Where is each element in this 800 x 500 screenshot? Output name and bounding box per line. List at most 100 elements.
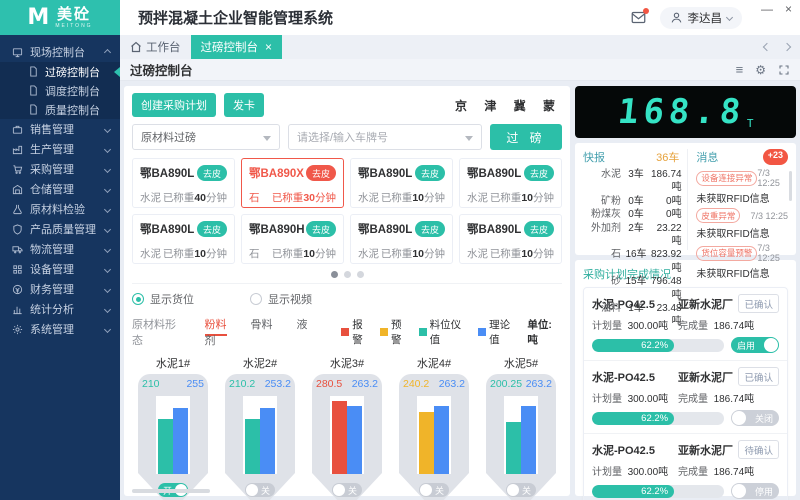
silo-switch-toggle[interactable]: 关 xyxy=(245,483,275,497)
sidebar-item-3[interactable]: 采购管理 xyxy=(0,159,120,179)
show-video-radio[interactable]: 显示视频 xyxy=(250,291,312,307)
notification-dot xyxy=(643,8,649,14)
weigh-button[interactable]: 过 磅 xyxy=(490,124,562,150)
sidebar-item-11[interactable]: 系统管理 xyxy=(0,319,120,339)
tab-scroll-right-icon[interactable] xyxy=(783,43,791,51)
vertical-scrollbar[interactable] xyxy=(789,171,792,201)
report-tons: 823.92吨 xyxy=(651,248,682,275)
collapse-icon[interactable]: ≡ xyxy=(736,62,744,77)
close-button[interactable]: × xyxy=(785,3,792,15)
sidebar-item-9[interactable]: 财务管理 xyxy=(0,279,120,299)
chevron-down-icon xyxy=(104,305,111,312)
report-tons: 796.48吨 xyxy=(651,275,682,302)
material-tab-骨料[interactable]: 骨料 xyxy=(251,319,273,334)
message-text: 未获取RFID信息 xyxy=(696,225,788,240)
vehicle-card[interactable]: 鄂BA890L 去皮 水泥 已称重10分钟 xyxy=(350,214,453,264)
plan-enable-toggle[interactable]: 停用 xyxy=(731,483,779,499)
pagination-dot[interactable] xyxy=(331,271,338,278)
vehicle-card[interactable]: 鄂BA890X 去皮 石 已称重30分钟 xyxy=(241,158,344,208)
message-item[interactable]: 货位容量预警 7/3 12:25 未获取RFID信息 xyxy=(696,243,788,280)
silo-水泥4#: 水泥4# 240.2 263.2 关 最大300吨 xyxy=(393,355,475,500)
vehicle-card[interactable]: 鄂BA890L 去皮 水泥 已称重40分钟 xyxy=(132,158,235,208)
silo-name: 水泥2# xyxy=(219,355,301,371)
flask-icon xyxy=(12,204,23,215)
mail-icon[interactable] xyxy=(631,10,646,25)
sidebar-item-10[interactable]: 统计分析 xyxy=(0,299,120,319)
measured-level-bar xyxy=(158,419,173,474)
silo-name: 水泥5# xyxy=(480,355,562,371)
page-title: 过磅控制台 xyxy=(130,60,193,79)
plan-status-button[interactable]: 待确认 xyxy=(738,440,779,459)
material-filter-select[interactable]: 原材料过磅 xyxy=(132,124,280,150)
plan-status-button[interactable]: 已确认 xyxy=(738,294,779,313)
chevron-down-icon xyxy=(104,185,111,192)
measured-value: 200.25 xyxy=(490,378,522,390)
sidebar-item-4[interactable]: 仓储管理 xyxy=(0,179,120,199)
pagination-dot[interactable] xyxy=(344,271,351,278)
vehicle-card[interactable]: 鄂BA890L 去皮 水泥 已称重10分钟 xyxy=(132,214,235,264)
vehicle-card[interactable]: 鄂BA890L 去皮 水泥 已称重10分钟 xyxy=(459,158,562,208)
report-trucks: 16车 xyxy=(621,248,651,275)
create-purchase-plan-button[interactable]: 创建采购计划 xyxy=(132,93,216,117)
user-menu[interactable]: 李达昌 xyxy=(660,7,743,29)
radio-selected-icon xyxy=(132,293,144,305)
settings-gear-icon[interactable]: ⚙ xyxy=(755,63,766,77)
message-item[interactable]: 皮重异常 7/3 12:25 未获取RFID信息 xyxy=(696,208,788,240)
weigh-time: 已称重10分钟 xyxy=(490,190,554,205)
tab-scroll-left-icon[interactable] xyxy=(763,43,771,51)
sidebar-item-5[interactable]: 原材料检验 xyxy=(0,199,120,219)
plate-number-input[interactable]: 请选择/输入车牌号 xyxy=(288,124,482,150)
material-name: 石 xyxy=(249,246,260,261)
vehicle-card[interactable]: 鄂BA890L 去皮 水泥 已称重10分钟 xyxy=(459,214,562,264)
pagination-dot[interactable] xyxy=(357,271,364,278)
app-title: 预拌混凝土企业智能管理系统 xyxy=(138,7,333,28)
sidebar-item-0[interactable]: 现场控制台 xyxy=(0,42,120,62)
minimize-button[interactable]: — xyxy=(761,3,773,15)
message-tag: 货位容量预警 xyxy=(696,246,757,261)
message-time: 7/3 12:25 xyxy=(750,211,788,221)
sidebar-item-8[interactable]: 设备管理 xyxy=(0,259,120,279)
sidebar-item-1[interactable]: 销售管理 xyxy=(0,119,120,139)
doc-icon xyxy=(28,66,39,77)
report-trucks: 15车 xyxy=(621,275,651,302)
tab-weighbridge-active[interactable]: 过磅控制台 × xyxy=(191,35,283,59)
weigh-time: 已称重10分钟 xyxy=(272,246,336,261)
scale-display: 168.8 T xyxy=(575,86,796,138)
theory-value: 253.2 xyxy=(265,378,291,390)
silo-switch-toggle[interactable]: 关 xyxy=(332,483,362,497)
horizontal-scrollbar[interactable] xyxy=(132,489,210,493)
silo-name: 水泥3# xyxy=(306,355,388,371)
caret-down-icon xyxy=(465,136,473,141)
message-item[interactable]: 设备连接异常 7/3 12:25 未获取RFID信息 xyxy=(696,168,788,205)
report-material: 外加剂 xyxy=(583,222,621,249)
issue-card-button[interactable]: 发卡 xyxy=(224,93,264,117)
message-text: 未获取RFID信息 xyxy=(696,265,788,280)
vehicle-card[interactable]: 鄂BA890H 去皮 石 已称重10分钟 xyxy=(241,214,344,264)
sidebar-item-2[interactable]: 生产管理 xyxy=(0,139,120,159)
chevron-down-icon xyxy=(104,265,111,272)
report-material: 矿粉 xyxy=(583,195,621,208)
silo-switch-toggle[interactable]: 关 xyxy=(419,483,449,497)
fullscreen-icon[interactable] xyxy=(778,64,790,76)
plate-number: 鄂BA890L xyxy=(467,221,521,237)
material-tab-粉料[interactable]: 粉料 xyxy=(205,319,227,336)
weigh-time: 已称重10分钟 xyxy=(381,190,445,205)
plan-enable-toggle[interactable]: 启用 xyxy=(731,337,779,353)
chevron-down-icon xyxy=(726,14,733,21)
sidebar-item-6[interactable]: 产品质量管理 xyxy=(0,219,120,239)
tab-close-icon[interactable]: × xyxy=(265,41,272,53)
silo-bars xyxy=(330,396,364,474)
sidebar-item-7[interactable]: 物流管理 xyxy=(0,239,120,259)
material-name: 水泥 xyxy=(140,246,161,261)
sidebar-subitem-2[interactable]: 质量控制台 xyxy=(0,100,120,119)
plan-enable-toggle[interactable]: 关闭 xyxy=(731,410,779,426)
tab-workbench[interactable]: 工作台 xyxy=(120,35,191,59)
chevron-down-icon xyxy=(104,145,111,152)
sidebar-subitem-1[interactable]: 调度控制台 xyxy=(0,81,120,100)
sidebar-subitem-0[interactable]: 过磅控制台 xyxy=(0,62,120,81)
silo-switch-toggle[interactable]: 关 xyxy=(506,483,536,497)
show-cargo-radio[interactable]: 显示货位 xyxy=(132,291,194,307)
user-icon xyxy=(670,11,683,24)
plan-status-button[interactable]: 已确认 xyxy=(738,367,779,386)
vehicle-card[interactable]: 鄂BA890L 去皮 水泥 已称重10分钟 xyxy=(350,158,453,208)
